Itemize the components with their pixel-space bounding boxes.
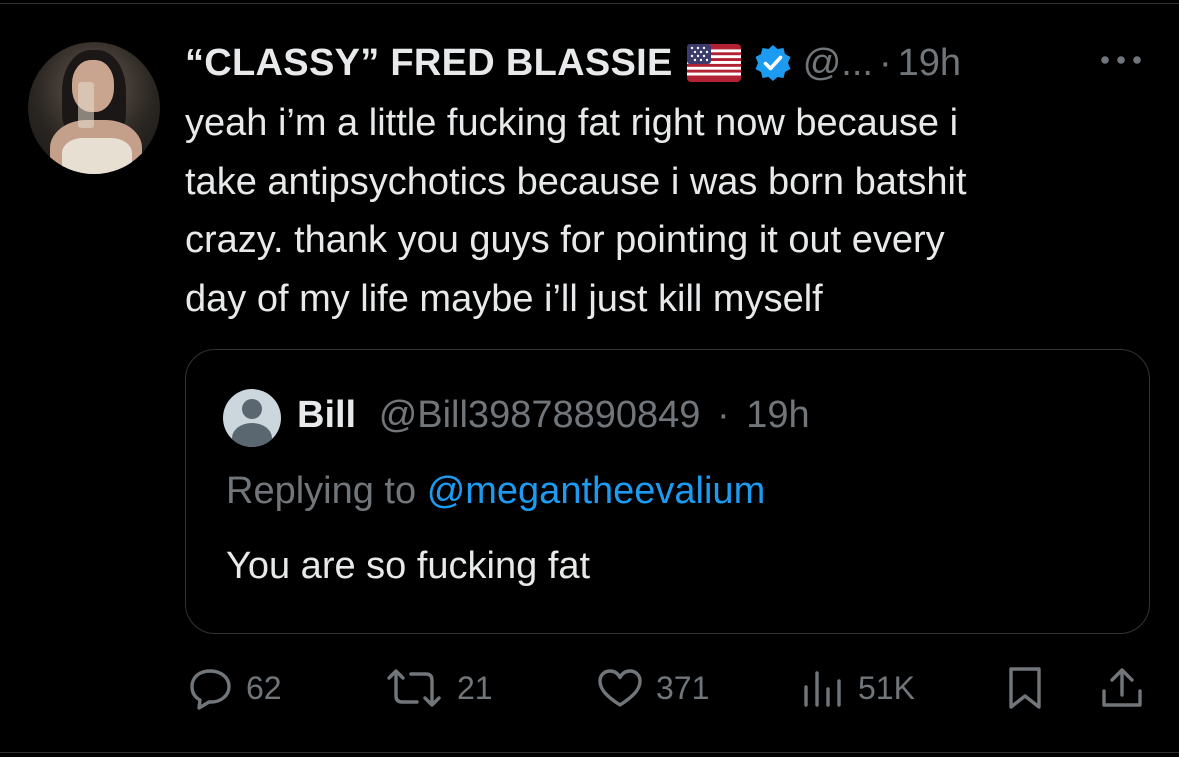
reply-icon — [190, 669, 231, 710]
view-count: 51K — [858, 669, 915, 706]
tweet-timestamp[interactable]: 19h — [898, 42, 961, 85]
quoted-author-handle[interactable]: @Bill39878890849 — [379, 394, 701, 436]
avatar-shoulders-shape — [232, 423, 272, 447]
tweet-text-line: yeah i’m a little fucking fat right now … — [185, 102, 959, 144]
bookmark-icon — [1009, 667, 1041, 709]
share-icon — [1102, 668, 1142, 707]
quoted-tweet-card[interactable]: Bill @Bill39878890849 · 19h Replying to … — [185, 349, 1150, 634]
tweet-text: yeah i’m a little fucking fat right now … — [185, 94, 1160, 328]
header-separator: · — [878, 41, 892, 84]
bookmark-button[interactable] — [1005, 660, 1045, 716]
quoted-header-separator: · — [716, 394, 730, 436]
default-avatar-icon[interactable] — [223, 389, 281, 447]
views-button[interactable]: 51K — [800, 660, 915, 716]
quoted-author-name[interactable]: Bill — [297, 394, 356, 436]
replying-to-line: Replying to @megantheevalium — [226, 470, 765, 513]
tweet-header: “CLASSY” FRED BLASSIE @... · 19h — [185, 38, 961, 88]
quoted-tweet-timestamp[interactable]: 19h — [746, 394, 809, 436]
quoted-tweet-text: You are so fucking fat — [226, 545, 591, 587]
bottom-divider — [0, 752, 1179, 753]
author-handle[interactable]: @... — [803, 42, 873, 85]
share-button[interactable] — [1099, 660, 1145, 716]
avatar-head-shape — [242, 399, 262, 419]
repost-icon — [387, 669, 441, 707]
more-options-icon[interactable] — [1097, 50, 1145, 70]
reply-count: 62 — [246, 669, 282, 706]
tweet-text-line: day of my life maybe i’ll just kill myse… — [185, 277, 823, 320]
author-avatar[interactable] — [28, 42, 160, 174]
avatar-clothing — [62, 138, 132, 174]
reply-button[interactable]: 62 — [188, 660, 282, 716]
replying-to-label: Replying to — [226, 470, 417, 512]
like-count: 371 — [656, 669, 710, 706]
analytics-icon — [804, 671, 841, 707]
us-flag-icon — [686, 44, 741, 82]
top-divider — [0, 3, 1179, 4]
replying-to-mention-link[interactable]: @megantheevalium — [427, 470, 766, 512]
like-button[interactable]: 371 — [596, 660, 709, 716]
tweet-text-line: take antipsychotics because i was born b… — [185, 160, 967, 203]
tweet-action-bar: 62 21 371 51K — [0, 660, 1179, 716]
repost-button[interactable]: 21 — [383, 660, 493, 716]
quoted-tweet-header: Bill @Bill39878890849 · 19h — [297, 394, 810, 437]
verified-badge-icon[interactable] — [753, 43, 793, 83]
avatar-glass — [78, 82, 94, 128]
repost-count: 21 — [457, 669, 493, 706]
author-display-name[interactable]: “CLASSY” FRED BLASSIE — [185, 42, 673, 85]
tweet-text-line: crazy. thank you guys for pointing it ou… — [185, 219, 945, 261]
heart-icon — [598, 669, 642, 707]
